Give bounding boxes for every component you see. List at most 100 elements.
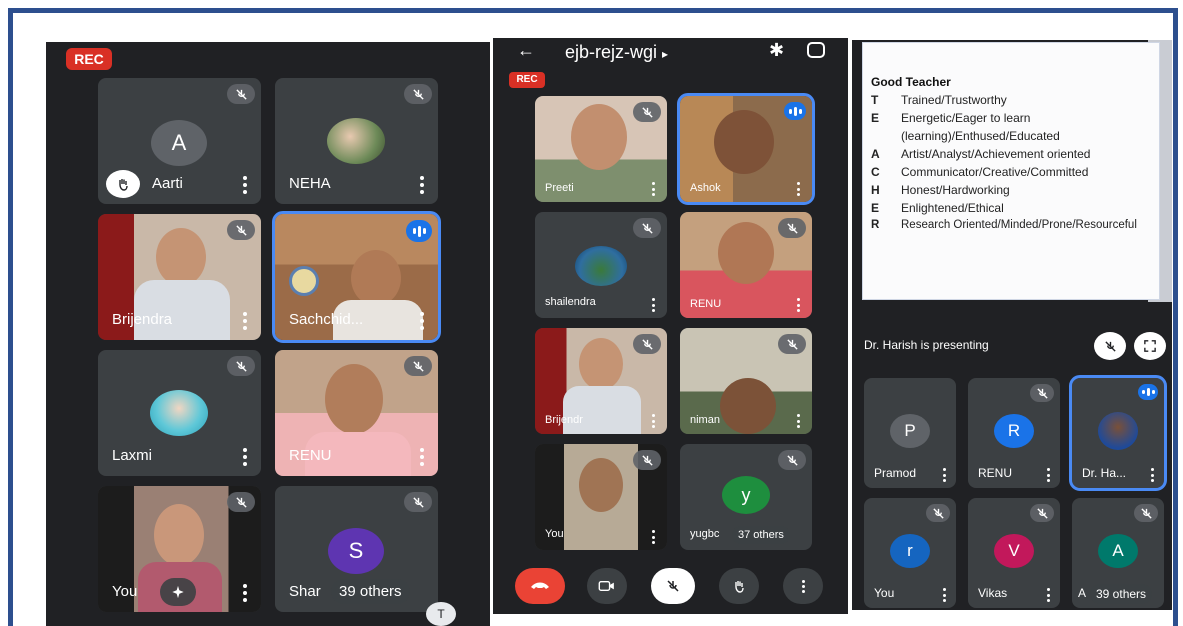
- mic-off-icon: [227, 492, 255, 512]
- participant-tile-preeti[interactable]: Preeti: [535, 96, 667, 202]
- mic-off-icon[interactable]: [1094, 332, 1126, 360]
- participant-name: yugbc: [690, 528, 720, 540]
- participant-face: [714, 110, 774, 174]
- participant-name: Sachchid...: [289, 311, 364, 328]
- more-options-icon[interactable]: [243, 448, 247, 466]
- avatar: [327, 118, 385, 164]
- fullscreen-icon[interactable]: [1134, 332, 1166, 360]
- others-count-badge: 39 others: [1090, 584, 1153, 604]
- participant-tile-renu[interactable]: RENU: [680, 212, 812, 318]
- avatar: R: [994, 414, 1034, 448]
- presenting-label: Dr. Harish is presenting: [864, 338, 989, 352]
- participant-shirt: [134, 280, 230, 340]
- more-options-icon[interactable]: [652, 182, 655, 196]
- speaking-indicator-icon: [784, 102, 806, 120]
- participant-tile-brijendr[interactable]: Brijendr: [535, 328, 667, 434]
- back-arrow-icon[interactable]: ←: [517, 40, 535, 61]
- participant-name: You: [112, 583, 138, 600]
- frame-left-border: [8, 8, 13, 626]
- participant-tile-dr-harish[interactable]: Dr. Ha...: [1069, 375, 1167, 491]
- raise-hand-icon[interactable]: [719, 568, 759, 604]
- mic-off-icon: [926, 504, 950, 522]
- more-options-icon[interactable]: [243, 312, 247, 330]
- slide-row: (learning)/Enthused/Educated: [901, 129, 1060, 143]
- more-options-icon[interactable]: [797, 182, 800, 196]
- participant-face: [325, 364, 383, 434]
- effects-sparkle-icon[interactable]: [160, 578, 196, 606]
- more-options-icon[interactable]: [243, 584, 247, 602]
- switch-camera-icon[interactable]: [807, 42, 825, 58]
- speaking-indicator-icon: [1138, 384, 1158, 400]
- more-options-icon[interactable]: [1047, 468, 1050, 482]
- rec-badge: REC: [509, 72, 545, 88]
- participant-tile-you[interactable]: You: [535, 444, 667, 550]
- participant-face: [154, 504, 204, 566]
- avatar: V: [994, 534, 1034, 568]
- end-call-icon[interactable]: [515, 568, 565, 604]
- bluetooth-icon[interactable]: ✱: [769, 40, 784, 61]
- more-options-icon[interactable]: [652, 298, 655, 312]
- mic-off-icon: [633, 102, 661, 122]
- participant-name: Dr. Ha...: [1082, 466, 1127, 480]
- more-options-icon[interactable]: [797, 298, 800, 312]
- mic-off-icon: [1134, 504, 1158, 522]
- participant-name: Vikas: [978, 586, 1008, 600]
- participant-name: Shar: [289, 583, 321, 600]
- more-options-icon[interactable]: [783, 568, 823, 604]
- participant-name: Ashok: [690, 182, 721, 194]
- participant-tile-renu[interactable]: R RENU: [968, 378, 1060, 488]
- more-options-icon[interactable]: [943, 588, 946, 602]
- participant-tile-sachchid[interactable]: Sachchid...: [272, 211, 441, 343]
- more-options-icon[interactable]: [652, 530, 655, 544]
- caption-text-icon[interactable]: T: [426, 602, 456, 626]
- participant-tile-aarti[interactable]: A Aarti: [98, 78, 261, 204]
- participant-tile-ashok[interactable]: Ashok: [677, 93, 815, 205]
- rec-badge: REC: [66, 48, 112, 70]
- avatar: y: [722, 476, 770, 514]
- mic-off-icon: [404, 84, 432, 104]
- participant-tile-others[interactable]: A A 39 others: [1072, 498, 1164, 608]
- participant-tile-others[interactable]: y yugbc 37 others: [680, 444, 812, 550]
- avatar: A: [1098, 534, 1138, 568]
- mic-off-icon: [633, 218, 661, 238]
- frame-top-border: [8, 8, 1178, 13]
- slide-row: C Communicator/Creative/Committed: [871, 165, 1089, 179]
- participant-face: [579, 338, 623, 390]
- more-options-icon[interactable]: [420, 448, 424, 466]
- avatar: A: [151, 120, 207, 166]
- participant-tile-you[interactable]: You: [98, 486, 261, 612]
- mic-off-button-icon[interactable]: [651, 568, 695, 604]
- more-options-icon[interactable]: [1151, 468, 1154, 482]
- more-options-icon[interactable]: [243, 176, 247, 194]
- participant-tile-shailendra[interactable]: shailendra: [535, 212, 667, 318]
- slide-row: T Trained/Trustworthy: [871, 93, 1007, 107]
- more-options-icon[interactable]: [420, 176, 424, 194]
- camera-icon[interactable]: [587, 568, 627, 604]
- slide-row: A Artist/Analyst/Achievement oriented: [871, 147, 1091, 161]
- participant-face: [579, 458, 623, 512]
- participant-tile-vikas[interactable]: V Vikas: [968, 498, 1060, 608]
- participant-tile-pramod[interactable]: P Pramod: [864, 378, 956, 488]
- participant-tile-brijendra[interactable]: Brijendra: [98, 214, 261, 340]
- logo-emblem: [289, 266, 319, 296]
- participant-tile-niman[interactable]: niman: [680, 328, 812, 434]
- meet-screenshot-3: Good Teacher T Trained/Trustworthy E Energ…: [852, 40, 1172, 610]
- participant-tile-you[interactable]: r You: [864, 498, 956, 608]
- mic-off-icon: [227, 84, 255, 104]
- meeting-code[interactable]: ejb-rejz-wgi ▸: [565, 42, 668, 63]
- participant-tile-others[interactable]: S Shar 39 others: [275, 486, 438, 612]
- more-options-icon[interactable]: [797, 414, 800, 428]
- participant-tile-renu[interactable]: RENU: [275, 350, 438, 476]
- meet-screenshot-2: ← ejb-rejz-wgi ▸ ✱ REC Preeti Ashok shai…: [493, 38, 848, 614]
- meet-screenshot-1: REC A Aarti NEHA Brijendra Sachchid... L…: [46, 42, 490, 626]
- more-options-icon[interactable]: [943, 468, 946, 482]
- mic-off-icon: [1030, 504, 1054, 522]
- participant-tile-laxmi[interactable]: Laxmi: [98, 350, 261, 476]
- more-options-icon[interactable]: [652, 414, 655, 428]
- participant-tile-neha[interactable]: NEHA: [275, 78, 438, 204]
- participant-name: You: [874, 586, 895, 600]
- more-options-icon[interactable]: [420, 312, 424, 330]
- others-count-badge: 39 others: [331, 579, 410, 604]
- slide-row: E Energetic/Eager to learn: [871, 111, 1031, 125]
- more-options-icon[interactable]: [1047, 588, 1050, 602]
